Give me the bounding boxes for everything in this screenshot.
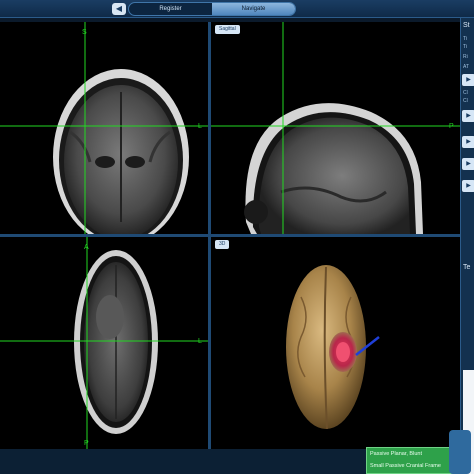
- sagittal-image: P: [211, 22, 460, 234]
- sagittal-view-button[interactable]: Sagittal: [215, 25, 240, 34]
- mode-tabs: Register Navigate: [128, 2, 296, 16]
- panel-play-button[interactable]: ▶: [462, 110, 474, 122]
- right-panel: St Ti Ti Ri AT ▶ Cl Cl ▶ ▶ ▶ ▶ Te: [460, 18, 474, 474]
- viewport-divider-horizontal: [0, 234, 460, 237]
- coronal-axis-right: L: [198, 123, 202, 130]
- right-panel-line: Ri: [463, 54, 468, 60]
- side-control-button[interactable]: [449, 430, 471, 474]
- right-panel-line: AT: [463, 64, 470, 70]
- panel-play-button[interactable]: ▶: [462, 158, 474, 170]
- sagittal-viewport[interactable]: P Sagittal: [211, 22, 460, 234]
- back-arrow-icon[interactable]: ◀: [112, 3, 126, 15]
- panel-play-button[interactable]: ▶: [462, 180, 474, 192]
- right-panel-line: Cl: [463, 98, 468, 104]
- axial-axis-top: A: [84, 244, 89, 251]
- sagittal-axis-right: P: [449, 123, 454, 130]
- coronal-axis-top: S: [82, 29, 87, 36]
- coronal-viewport[interactable]: S L: [0, 22, 208, 234]
- instrument-status-line2: Small Passive Cranial Frame: [370, 463, 441, 469]
- right-panel-section-title: Te: [463, 264, 471, 271]
- axial-viewport[interactable]: A L P: [0, 237, 208, 449]
- panel-play-button[interactable]: ▶: [462, 74, 474, 86]
- axial-axis-right: L: [198, 338, 202, 345]
- instrument-status-line1: Passive Planar, Blunt: [370, 451, 422, 457]
- instrument-status-badge: Passive Planar, Blunt Small Passive Cran…: [366, 447, 460, 474]
- right-panel-title: St: [463, 22, 470, 29]
- right-panel-line: Cl: [463, 90, 468, 96]
- panel-play-button[interactable]: ▶: [462, 136, 474, 148]
- volume-3d-viewport[interactable]: 3D: [211, 237, 460, 449]
- top-toolbar: ◀ Register Navigate: [0, 0, 474, 18]
- volume-3d-button[interactable]: 3D: [215, 240, 230, 249]
- axial-axis-bottom: P: [84, 440, 89, 447]
- right-panel-line: Ti: [463, 36, 467, 42]
- tab-navigate[interactable]: Navigate: [212, 3, 295, 15]
- right-panel-line: Ti: [463, 44, 467, 50]
- axial-image: A L P: [0, 237, 208, 449]
- coronal-image: S L: [0, 22, 208, 234]
- tab-register[interactable]: Register: [129, 3, 212, 15]
- volume-3d-image: [286, 265, 380, 430]
